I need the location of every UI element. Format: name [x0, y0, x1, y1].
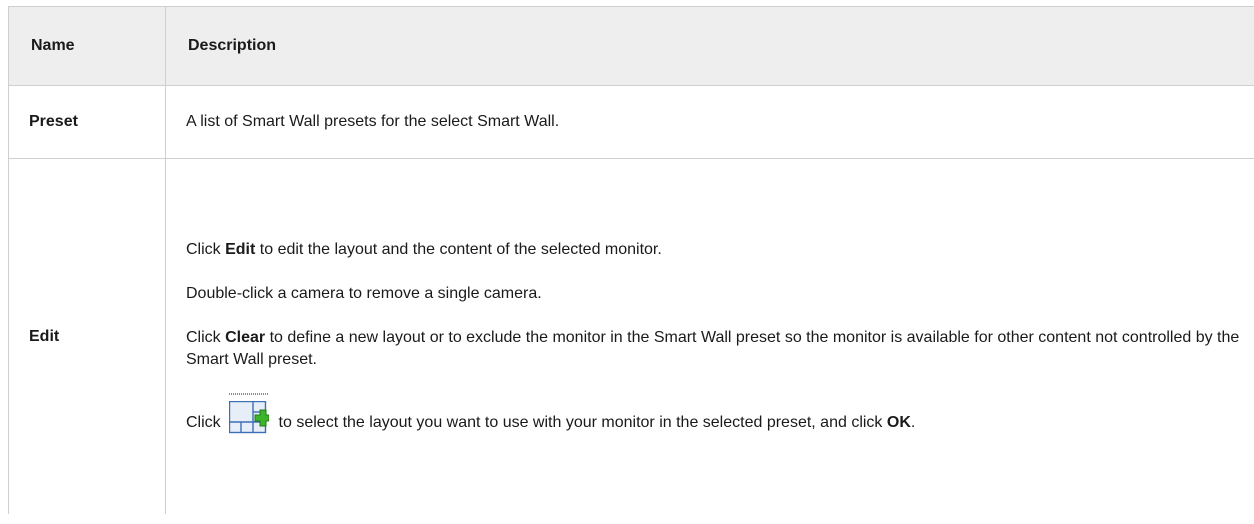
table-row: Edit Click Edit to edit the layout and t… — [8, 158, 1254, 514]
description-paragraph: Double-click a camera to remove a single… — [186, 284, 542, 302]
fields-table: Name Description Preset A list of Smart … — [8, 6, 1254, 514]
ui-term-edit: Edit — [225, 240, 256, 258]
header-description: Description — [165, 6, 1254, 86]
header-name: Name — [8, 6, 166, 86]
description-paragraph: Click Clear to define a new layout or to… — [186, 328, 1240, 368]
row-description: A list of Smart Wall presets for the sel… — [165, 85, 1254, 159]
row-description: Click Edit to edit the layout and the co… — [165, 158, 1254, 514]
ui-term-clear: Clear — [225, 328, 266, 346]
layout-add-icon — [229, 392, 270, 435]
ui-term-ok: OK — [886, 413, 911, 431]
row-name: Preset — [8, 85, 166, 159]
table-row: Preset A list of Smart Wall presets for … — [8, 85, 1254, 159]
description-paragraph: Click to select the layout you want to u… — [186, 392, 1254, 435]
description-text: A list of Smart Wall presets for the sel… — [186, 113, 560, 130]
description-paragraph: Click Edit to edit the layout and the co… — [186, 240, 662, 258]
header-row: Name Description — [8, 6, 1254, 86]
row-name: Edit — [8, 158, 166, 514]
